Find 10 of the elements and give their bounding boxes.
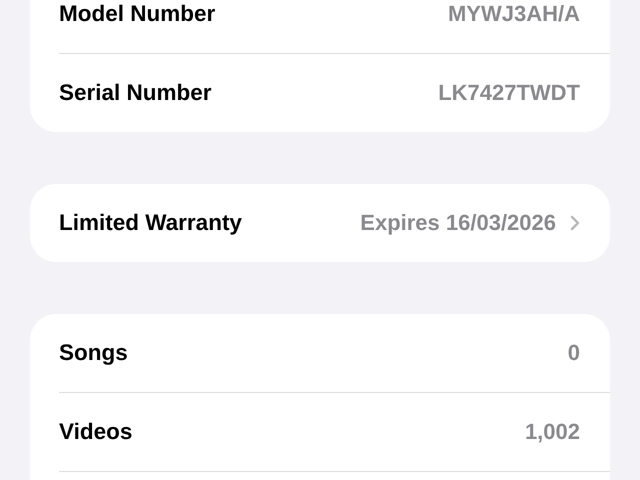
row-label: Songs [59, 340, 129, 366]
row-label: Model Number [59, 1, 216, 27]
row-value: 0 [568, 340, 580, 366]
row-value: 1,002 [524, 419, 580, 445]
row-value: Expires 16/03/2026 [360, 210, 556, 236]
row-label: Videos [59, 419, 134, 445]
row-value: LK7427TWDT [438, 80, 580, 106]
row-label: Serial Number [59, 80, 213, 106]
row-value: MYWJ3AH/A [448, 1, 580, 27]
row-label: Limited Warranty [59, 210, 243, 236]
